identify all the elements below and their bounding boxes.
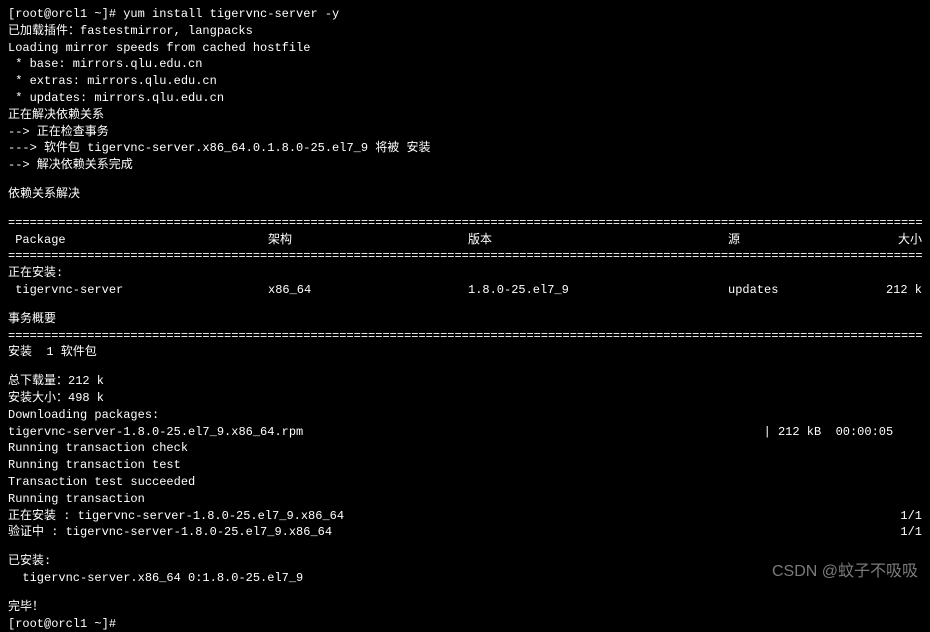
- trans-succeeded: Transaction test succeeded: [8, 474, 922, 491]
- dep-done: --> 解决依赖关系完成: [8, 157, 922, 174]
- row-version: 1.8.0-25.el7_9: [468, 282, 728, 299]
- trans-running: Running transaction: [8, 491, 922, 508]
- prompt-command: [root@orcl1 ~]# yum install tigervnc-ser…: [8, 6, 922, 23]
- downloading-packages: Downloading packages:: [8, 407, 922, 424]
- resolving-deps: 正在解决依赖关系: [8, 107, 922, 124]
- installing-header: 正在安装:: [8, 265, 922, 282]
- installing-ratio: 1/1: [900, 508, 922, 525]
- complete: 完毕！: [8, 599, 922, 616]
- header-arch: 架构: [268, 232, 468, 249]
- verifying-ratio: 1/1: [900, 524, 922, 541]
- installing-pkg: 正在安装 : tigervnc-server-1.8.0-25.el7_9.x8…: [8, 508, 900, 525]
- mirror-extras: * extras: mirrors.qlu.edu.cn: [8, 73, 922, 90]
- final-prompt[interactable]: [root@orcl1 ~]#: [8, 616, 922, 632]
- loading-line: Loading mirror speeds from cached hostfi…: [8, 40, 922, 57]
- summary-header: 事务概要: [8, 311, 922, 328]
- row-arch: x86_64: [268, 282, 468, 299]
- row-repo: updates: [728, 282, 858, 299]
- check-transaction: --> 正在检查事务: [8, 124, 922, 141]
- install-size: 安装大小：498 k: [8, 390, 922, 407]
- header-repo: 源: [728, 232, 858, 249]
- row-package: tigervnc-server: [8, 282, 268, 299]
- total-download: 总下载量：212 k: [8, 373, 922, 390]
- trans-test: Running transaction test: [8, 457, 922, 474]
- mirror-base: * base: mirrors.qlu.edu.cn: [8, 56, 922, 73]
- watermark: CSDN @蚊子不吸吸: [772, 561, 918, 583]
- download-row: tigervnc-server-1.8.0-25.el7_9.x86_64.rp…: [8, 424, 922, 441]
- divider-eq: ========================================…: [8, 215, 922, 232]
- verifying-pkg: 验证中 : tigervnc-server-1.8.0-25.el7_9.x86…: [8, 524, 900, 541]
- trans-check: Running transaction check: [8, 440, 922, 457]
- mirror-updates: * updates: mirrors.qlu.edu.cn: [8, 90, 922, 107]
- header-version: 版本: [468, 232, 728, 249]
- table-row: tigervnc-server x86_64 1.8.0-25.el7_9 up…: [8, 282, 922, 299]
- rpm-stats: | 212 kB 00:00:05: [764, 424, 922, 441]
- row-size: 212 k: [858, 282, 922, 299]
- divider-eq: ========================================…: [8, 248, 922, 265]
- header-size: 大小: [858, 232, 922, 249]
- installing-row: 正在安装 : tigervnc-server-1.8.0-25.el7_9.x8…: [8, 508, 922, 525]
- rpm-file: tigervnc-server-1.8.0-25.el7_9.x86_64.rp…: [8, 424, 764, 441]
- table-header: Package 架构 版本 源 大小: [8, 232, 922, 249]
- verifying-row: 验证中 : tigervnc-server-1.8.0-25.el7_9.x86…: [8, 524, 922, 541]
- pkg-will-install: ---> 软件包 tigervnc-server.x86_64.0.1.8.0-…: [8, 140, 922, 157]
- divider-eq: ========================================…: [8, 328, 922, 345]
- dep-resolved: 依赖关系解决: [8, 186, 922, 203]
- install-count: 安装 1 软件包: [8, 344, 922, 361]
- plugins-line: 已加载插件：fastestmirror, langpacks: [8, 23, 922, 40]
- header-package: Package: [8, 232, 268, 249]
